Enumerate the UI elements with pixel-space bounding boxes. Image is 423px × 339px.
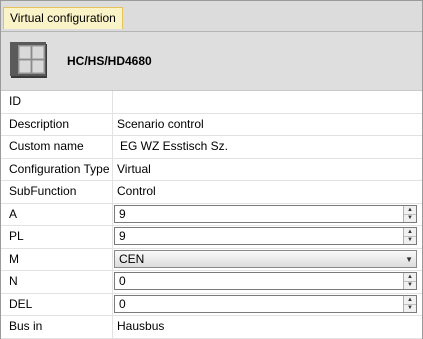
spinner: ▲ ▼ <box>403 205 416 222</box>
property-row-a: A 9 ▲ ▼ <box>1 203 422 226</box>
property-label: M <box>9 251 19 266</box>
property-label: SubFunction <box>9 184 77 198</box>
a-value: 9 <box>119 206 126 221</box>
keypad-device-icon <box>10 42 47 78</box>
a-stepper[interactable]: 9 ▲ ▼ <box>114 204 417 223</box>
device-header: HC/HS/HD4680 <box>1 32 422 91</box>
property-row-subfunction: SubFunction Control <box>1 181 422 204</box>
tab-virtual-configuration[interactable]: Virtual configuration <box>3 7 123 29</box>
property-label: PL <box>9 229 24 243</box>
m-select[interactable]: CEN ▼ <box>114 249 417 268</box>
m-selected-value: CEN <box>119 251 145 266</box>
tab-bar: Virtual configuration <box>1 1 422 32</box>
column-divider <box>112 181 113 203</box>
property-label: Description <box>9 116 70 131</box>
property-value: Scenario control <box>117 116 204 131</box>
property-row-custom-name: Custom name EG WZ Esstisch Sz. <box>1 136 422 159</box>
column-divider <box>112 293 113 315</box>
property-value: Hausbus <box>117 319 165 333</box>
spin-down-icon[interactable]: ▼ <box>404 236 416 244</box>
column-divider <box>112 316 113 338</box>
property-grid: ID Description Scenario control Custom n… <box>1 91 422 339</box>
pl-stepper[interactable]: 9 ▲ ▼ <box>114 227 417 245</box>
property-label: A <box>9 206 18 221</box>
column-divider <box>112 113 113 135</box>
column-divider <box>112 136 113 158</box>
property-value: Control <box>117 184 156 198</box>
device-name: HC/HS/HD4680 <box>67 54 152 68</box>
del-stepper[interactable]: 0 ▲ ▼ <box>114 294 417 313</box>
column-divider <box>112 226 113 248</box>
column-divider <box>112 248 113 270</box>
n-value: 0 <box>119 274 126 288</box>
property-label: ID <box>9 94 21 108</box>
property-label: DEL <box>9 296 33 311</box>
spin-down-icon[interactable]: ▼ <box>404 214 416 222</box>
property-value: Virtual <box>117 161 151 176</box>
property-row-bus-in: Bus in Hausbus <box>1 316 422 339</box>
property-row-configuration-type: Configuration Type Virtual <box>1 158 422 181</box>
property-row-id: ID <box>1 91 422 114</box>
property-row-n: N 0 ▲ ▼ <box>1 271 422 294</box>
pl-value: 9 <box>119 229 126 243</box>
spin-down-icon[interactable]: ▼ <box>404 281 416 289</box>
column-divider <box>112 203 113 225</box>
property-label: Bus in <box>9 319 43 333</box>
property-label: N <box>9 274 18 288</box>
spinner: ▲ ▼ <box>403 228 416 244</box>
property-row-m: M CEN ▼ <box>1 248 422 271</box>
spinner: ▲ ▼ <box>403 273 416 289</box>
property-row-description: Description Scenario control <box>1 113 422 136</box>
chevron-down-icon[interactable]: ▼ <box>405 251 413 268</box>
property-row-pl: PL 9 ▲ ▼ <box>1 226 422 249</box>
spinner: ▲ ▼ <box>403 295 416 312</box>
virtual-configuration-panel: Virtual configuration HC/HS/HD4680 ID De… <box>0 0 423 339</box>
spin-down-icon[interactable]: ▼ <box>404 304 416 312</box>
property-row-del: DEL 0 ▲ ▼ <box>1 293 422 316</box>
property-label: Custom name <box>9 139 84 153</box>
column-divider <box>112 271 113 293</box>
custom-name-value[interactable]: EG WZ Esstisch Sz. <box>120 136 228 157</box>
column-divider <box>112 91 113 113</box>
n-stepper[interactable]: 0 ▲ ▼ <box>114 272 417 290</box>
column-divider <box>112 158 113 180</box>
del-value: 0 <box>119 296 126 311</box>
property-label: Configuration Type <box>9 161 110 176</box>
